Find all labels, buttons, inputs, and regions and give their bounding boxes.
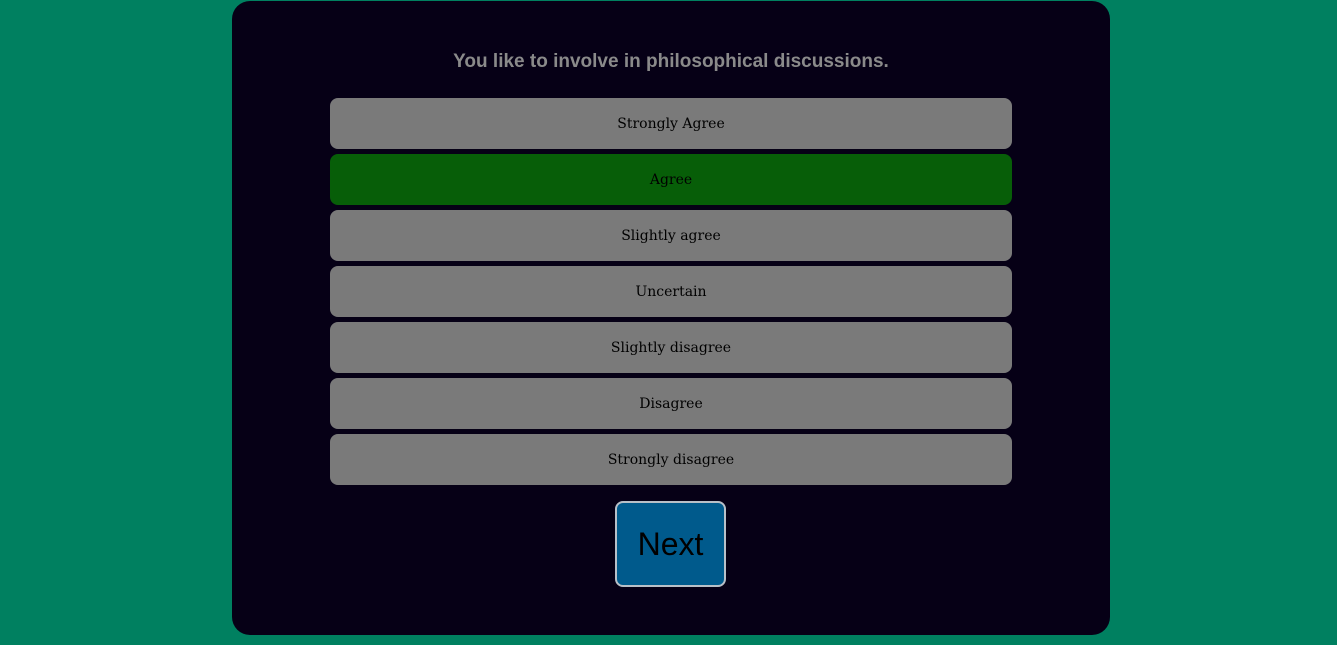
question-text: You like to involve in philosophical dis… bbox=[453, 51, 889, 72]
next-button[interactable]: Next bbox=[615, 501, 726, 587]
answer-options: Strongly Agree Agree Slightly agree Unce… bbox=[330, 98, 1012, 490]
option-disagree[interactable]: Disagree bbox=[330, 378, 1012, 429]
option-strongly-disagree[interactable]: Strongly disagree bbox=[330, 434, 1012, 485]
option-slightly-agree[interactable]: Slightly agree bbox=[330, 210, 1012, 261]
option-uncertain[interactable]: Uncertain bbox=[330, 266, 1012, 317]
option-strongly-agree[interactable]: Strongly Agree bbox=[330, 98, 1012, 149]
quiz-card: You like to involve in philosophical dis… bbox=[232, 1, 1110, 635]
option-agree[interactable]: Agree bbox=[330, 154, 1012, 205]
option-slightly-disagree[interactable]: Slightly disagree bbox=[330, 322, 1012, 373]
